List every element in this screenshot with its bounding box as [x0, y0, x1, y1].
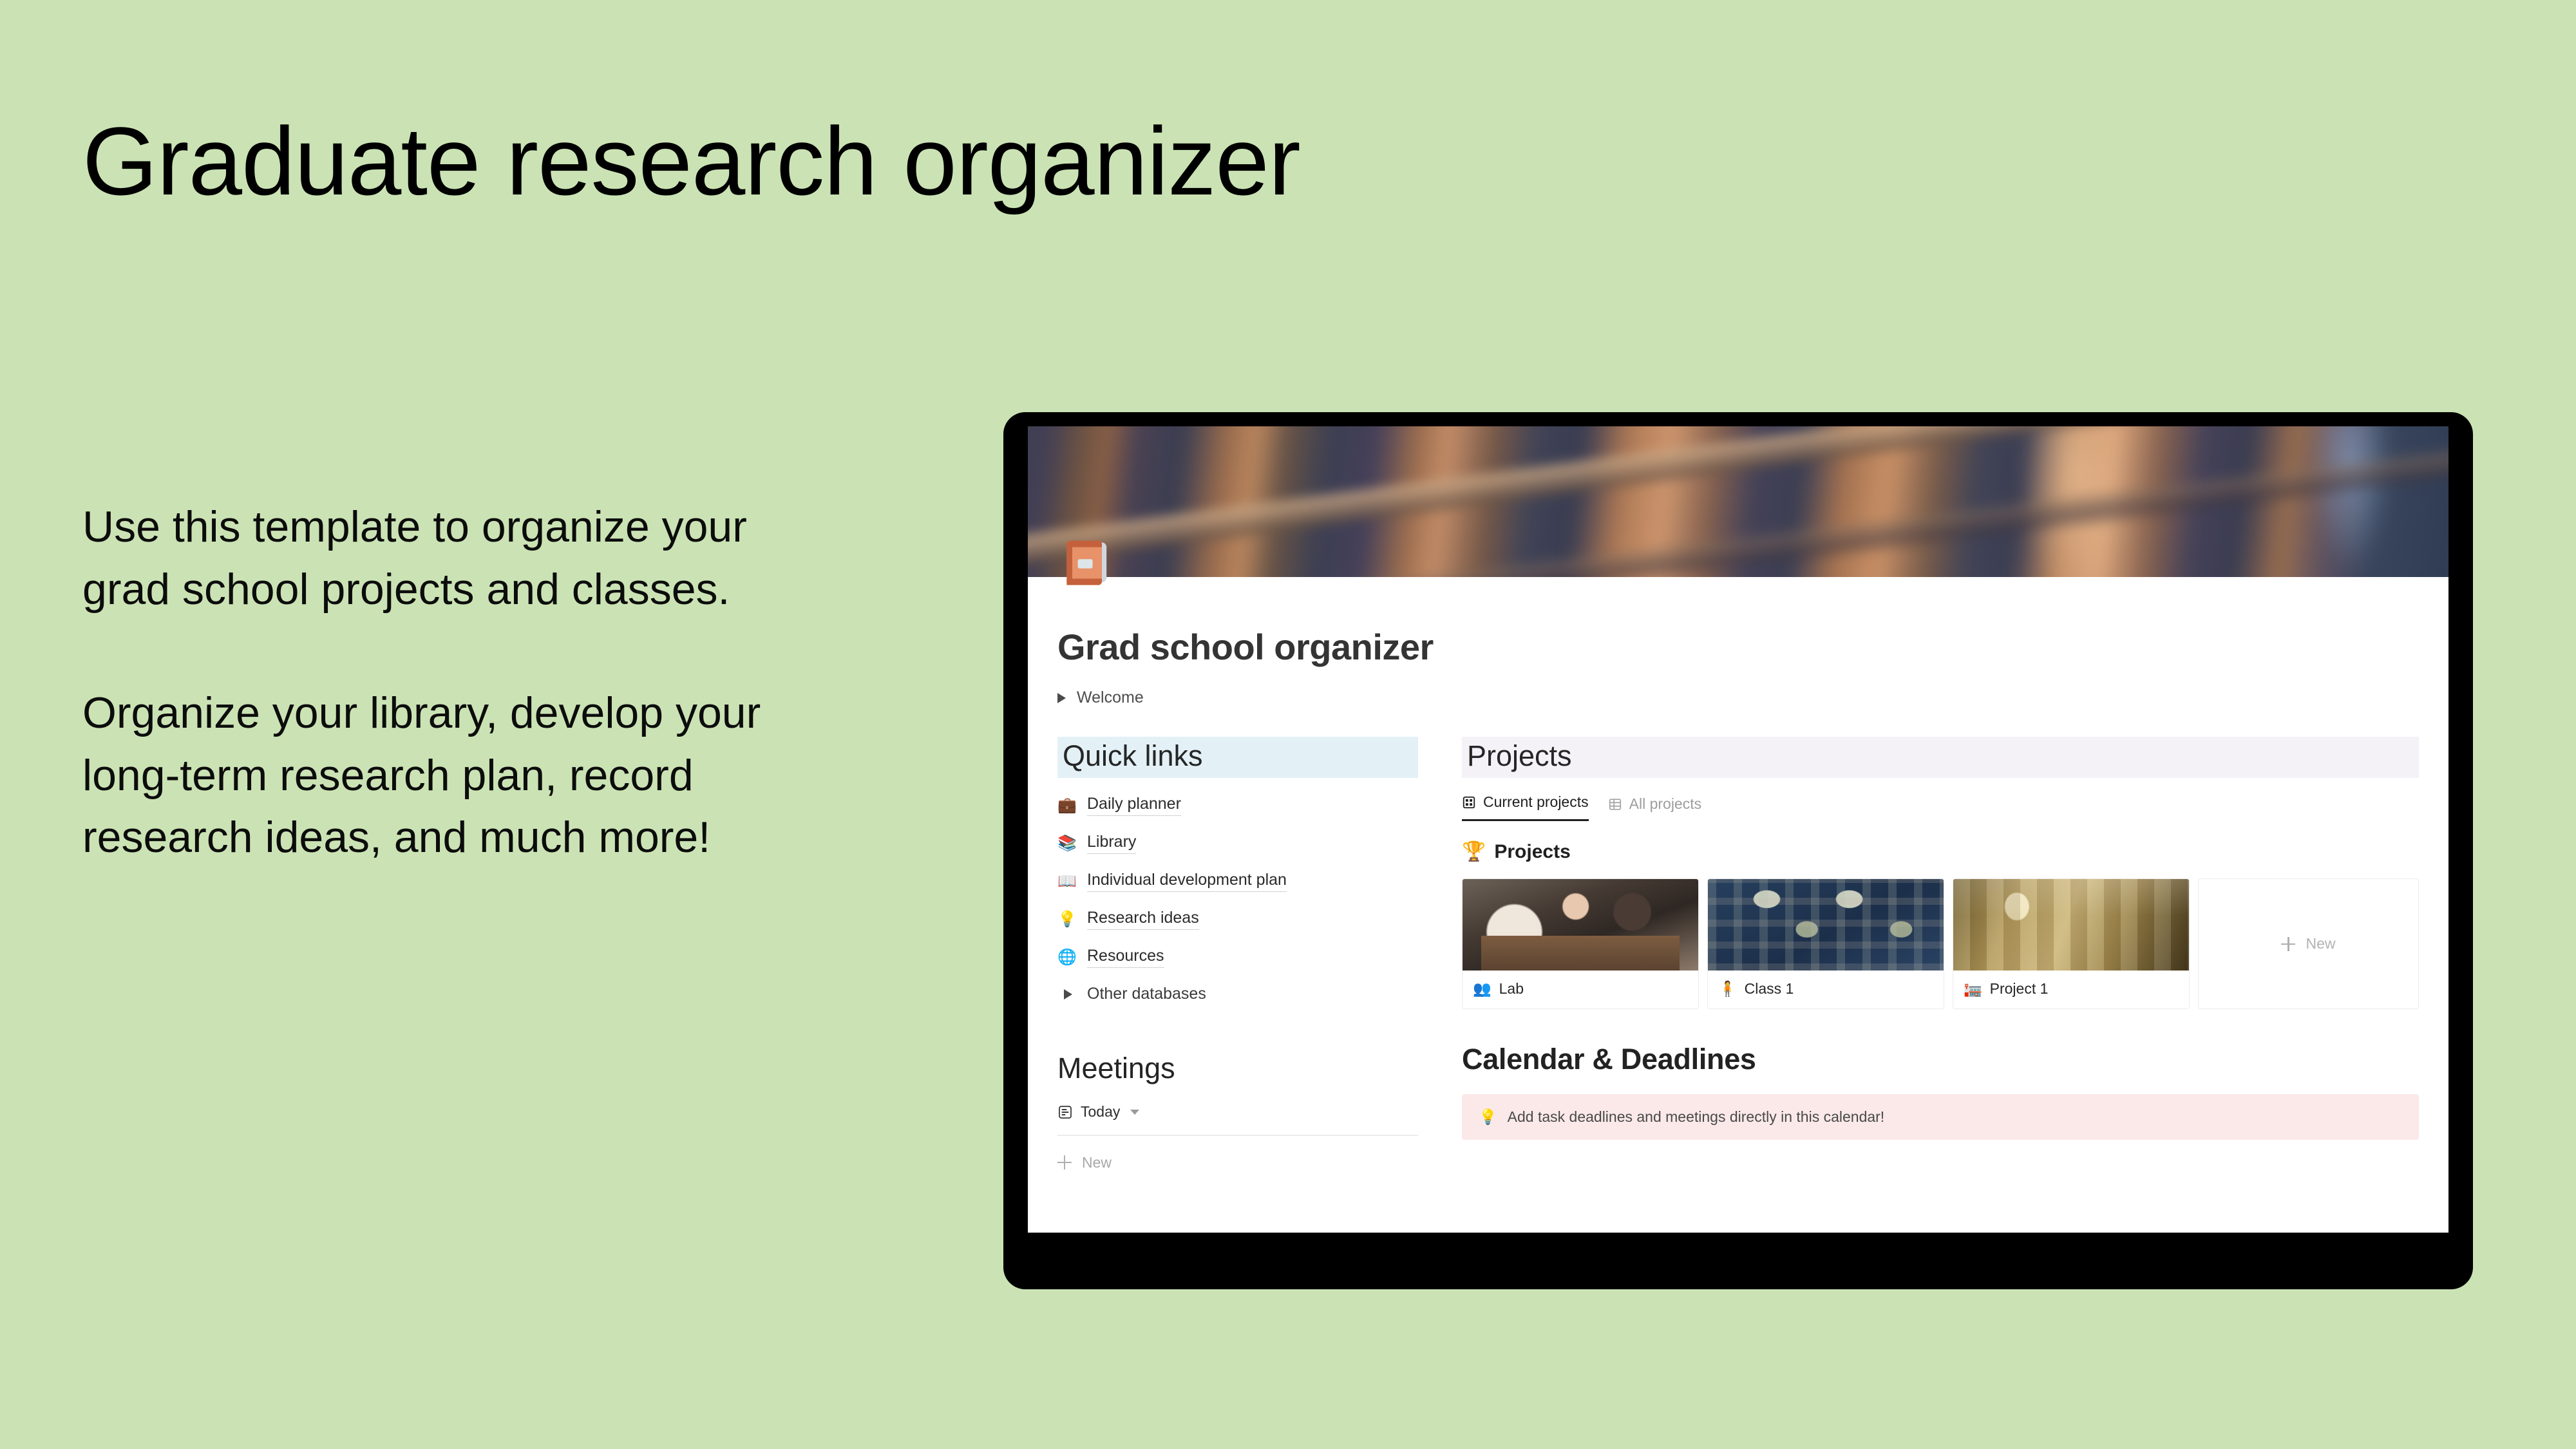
other-databases-label: Other databases [1087, 985, 1206, 1003]
welcome-toggle[interactable]: Welcome [1057, 688, 2419, 707]
quick-links-heading: Quick links [1057, 737, 1418, 778]
calendar-callout: 💡 Add task deadlines and meetings direct… [1462, 1094, 2419, 1140]
quick-link-daily-planner[interactable]: 💼 Daily planner [1057, 795, 1418, 816]
device-frame: Grad school organizer Welcome Quick link… [1003, 412, 2473, 1289]
projects-group-header: 🏆 Projects [1462, 840, 2419, 863]
quick-link-research-ideas[interactable]: 💡 Research ideas [1057, 909, 1418, 930]
calendar-callout-text: Add task deadlines and meetings directly… [1507, 1108, 1885, 1125]
busts-in-silhouette-icon: 👥 [1473, 980, 1492, 997]
tabs-underline [1462, 820, 2419, 821]
list-view-icon [1059, 1105, 1072, 1119]
open-book-icon: 📖 [1057, 872, 1077, 890]
meetings-heading: Meetings [1057, 1052, 1175, 1084]
gallery-view-icon [1463, 796, 1475, 808]
card-cover-image [1708, 879, 1944, 971]
card-cover-image [1953, 879, 2189, 971]
books-icon: 📚 [1057, 834, 1077, 852]
body-paragraph-1: Use this template to organize your grad … [82, 502, 747, 614]
card-label-row: 👥 Lab [1463, 971, 1698, 1009]
new-card-label: New [2306, 935, 2336, 952]
tab-label: All projects [1629, 795, 1702, 812]
project-card-project-1[interactable]: 🏣 Project 1 [1953, 878, 2190, 1009]
project-card-lab[interactable]: 👥 Lab [1462, 878, 1699, 1009]
quick-link-resources[interactable]: 🌐 Resources [1057, 947, 1418, 968]
right-column: Projects Current projects All projects 🏆… [1462, 737, 2419, 1171]
welcome-toggle-label: Welcome [1077, 688, 1144, 706]
collapsed-triangle-icon[interactable] [1057, 987, 1077, 1003]
calendar-heading: Calendar & Deadlines [1462, 1043, 1756, 1075]
quick-link-label: Daily planner [1087, 795, 1181, 816]
page-body: Grad school organizer Welcome Quick link… [1028, 626, 2448, 1233]
body-paragraph-2: Organize your library, develop your long… [82, 688, 761, 862]
globe-icon: 🌐 [1057, 948, 1077, 966]
card-title: Project 1 [1989, 980, 2049, 997]
projects-heading: Projects [1462, 737, 2419, 778]
slide-body-text: Use this template to organize your grad … [82, 496, 804, 869]
quick-link-label: Research ideas [1087, 909, 1199, 930]
tab-current-projects[interactable]: Current projects [1462, 793, 1589, 821]
left-column: Quick links 💼 Daily planner 📚 Library 📖 … [1057, 737, 1418, 1171]
page-title: Graduate research organizer [82, 107, 1301, 215]
plus-icon [1057, 1155, 1072, 1170]
two-column-layout: Quick links 💼 Daily planner 📚 Library 📖 … [1057, 737, 2419, 1171]
collapsed-triangle-icon[interactable] [1057, 692, 1066, 703]
light-bulb-icon: 💡 [1479, 1108, 1497, 1125]
chevron-down-icon[interactable] [1130, 1109, 1140, 1115]
meetings-new-button[interactable]: New [1057, 1154, 1418, 1171]
card-title: Class 1 [1744, 980, 1794, 997]
quick-link-library[interactable]: 📚 Library [1057, 833, 1418, 854]
light-bulb-icon: 💡 [1057, 910, 1077, 928]
standing-person-icon: 🧍 [1718, 980, 1737, 997]
meetings-new-label: New [1082, 1153, 1112, 1171]
card-cover-image [1463, 879, 1698, 971]
projects-group-label: Projects [1494, 840, 1571, 862]
japanese-post-office-icon: 🏣 [1964, 980, 1982, 997]
app-page-title: Grad school organizer [1057, 627, 1434, 667]
trophy-icon: 🏆 [1462, 841, 1486, 862]
card-label-row: 🧍 Class 1 [1708, 971, 1944, 1009]
page-cover-image [1028, 426, 2448, 577]
briefcase-icon: 💼 [1057, 796, 1077, 814]
tab-all-projects[interactable]: All projects [1608, 795, 1701, 821]
card-title: Lab [1499, 980, 1524, 997]
app-screen: Grad school organizer Welcome Quick link… [1028, 426, 2448, 1233]
closed-book-icon[interactable] [1057, 533, 1117, 592]
quick-link-label: Individual development plan [1087, 871, 1287, 892]
quick-link-label: Library [1087, 833, 1137, 854]
meetings-view-tab-today[interactable]: Today [1057, 1103, 1418, 1121]
quick-link-individual-development-plan[interactable]: 📖 Individual development plan [1057, 871, 1418, 892]
quick-link-label: Resources [1087, 947, 1164, 968]
project-card-class-1[interactable]: 🧍 Class 1 [1707, 878, 1944, 1009]
plus-icon [2281, 936, 2296, 951]
meetings-divider [1057, 1135, 1418, 1136]
table-view-icon [1609, 798, 1621, 810]
project-new-card-button[interactable]: New [2198, 878, 2419, 1009]
projects-view-tabs: Current projects All projects [1462, 793, 2419, 821]
tab-label: Current projects [1483, 793, 1589, 810]
meetings-view-label: Today [1081, 1103, 1121, 1120]
other-databases-toggle[interactable]: Other databases [1057, 985, 1418, 1005]
project-card-gallery: 👥 Lab 🧍 Class 1 🏣 Project 1 New [1462, 878, 2419, 1009]
card-label-row: 🏣 Project 1 [1953, 971, 2189, 1009]
